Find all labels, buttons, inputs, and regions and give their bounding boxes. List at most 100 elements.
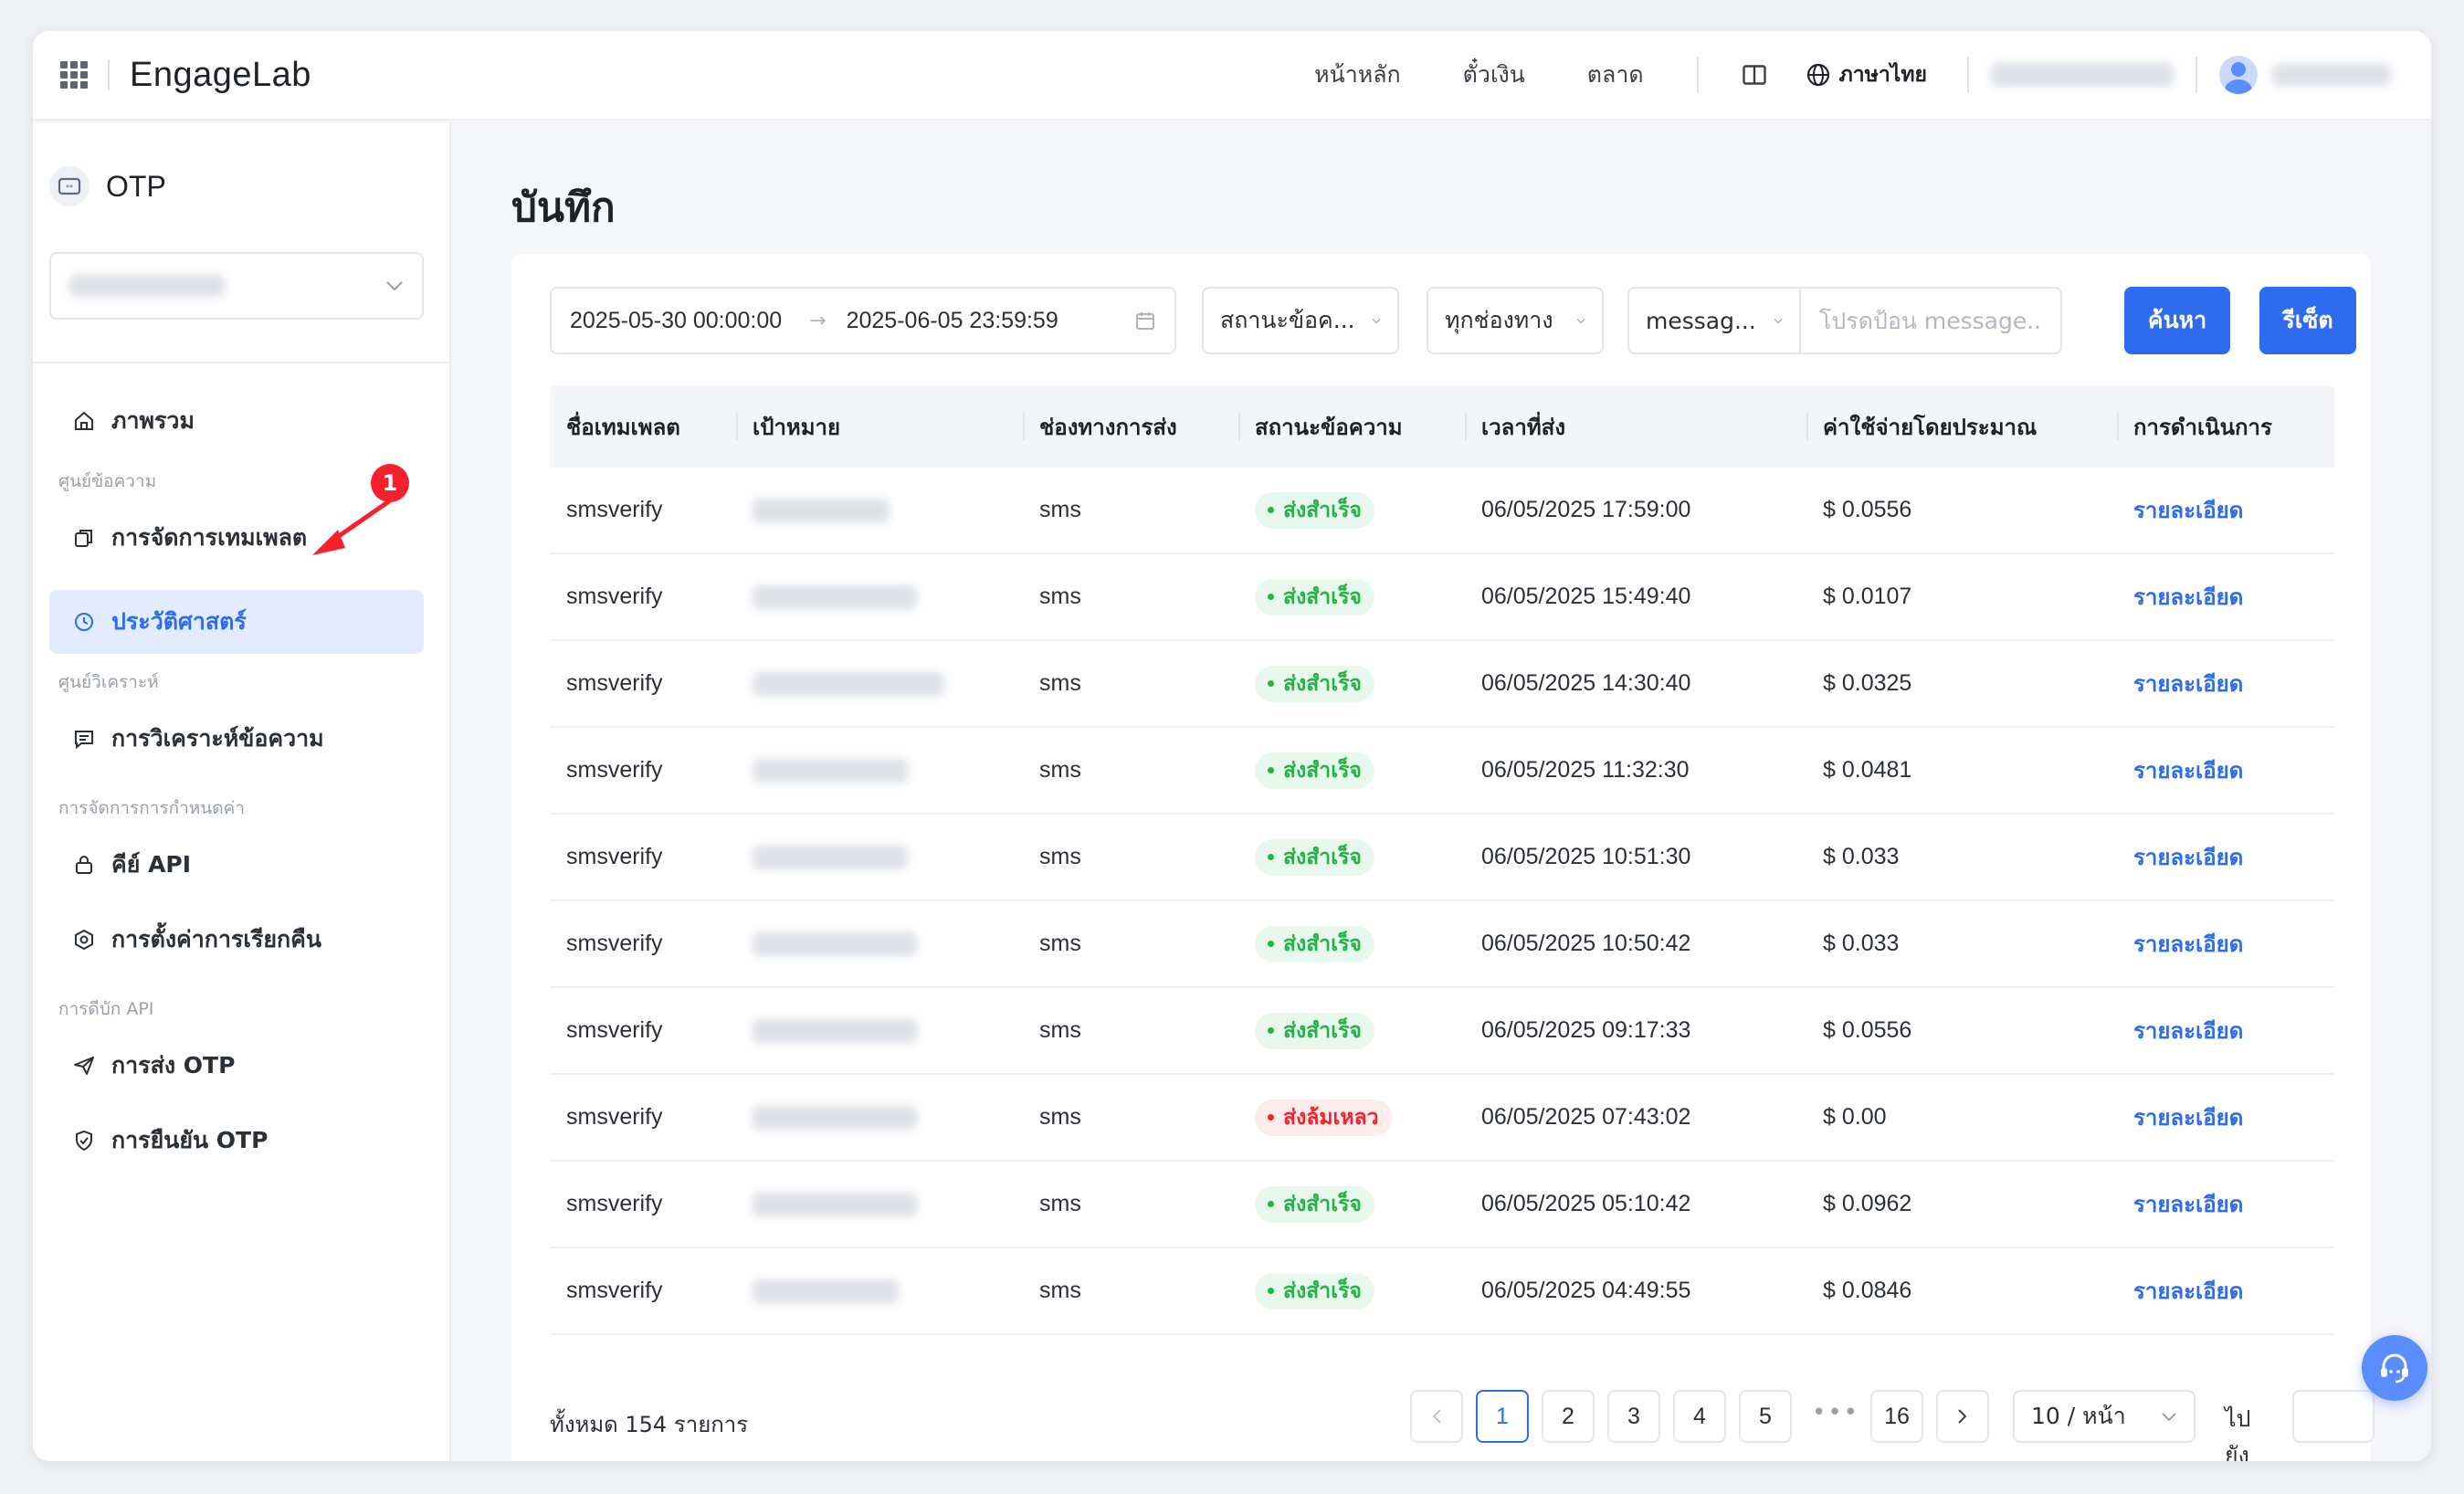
sidebar-item-message-analysis[interactable]: การวิเคราะห์ข้อความ (49, 707, 424, 771)
globe-icon (1806, 63, 1829, 87)
cell-action: รายละเอียด (2117, 926, 2334, 962)
page-4[interactable]: 4 (1673, 1390, 1726, 1443)
sidebar-item-send-otp[interactable]: การส่ง OTP (49, 1034, 424, 1098)
app-select[interactable] (49, 252, 424, 320)
cell-channel: sms (1039, 584, 1081, 609)
status-badge: ส่งสำเร็จ (1255, 1185, 1374, 1223)
cell-send-time: 06/05/2025 07:43:02 (1481, 1104, 1691, 1130)
page-5[interactable]: 5 (1739, 1390, 1792, 1443)
details-link[interactable]: รายละเอียด (2133, 1105, 2243, 1131)
cell-send-time: 06/05/2025 15:49:40 (1481, 584, 1691, 609)
product-header: ** OTP (49, 166, 449, 206)
menu-group-api-debug: การดีบัก API (58, 999, 154, 1019)
nav-market[interactable]: ตลาด (1556, 57, 1675, 93)
target-redacted (753, 498, 890, 522)
cell-target (736, 1192, 1023, 1216)
target-redacted (753, 584, 917, 609)
status-dot (1268, 767, 1274, 773)
message-search-input[interactable] (1819, 307, 2042, 334)
records-card: 2025-05-30 00:00:00 → 2025-06-05 23:59:5… (511, 254, 2374, 1461)
sidebar-item-callback-settings[interactable]: การตั้งค่าการเรียกคืน (49, 908, 424, 972)
sidebar-item-api-key[interactable]: คีย์ API (49, 833, 424, 897)
status-badge: ส่งสำเร็จ (1255, 1272, 1374, 1310)
pagination-ellipsis[interactable]: ••• (1812, 1399, 1859, 1426)
docs-book-icon[interactable] (1741, 63, 1768, 87)
language-switcher[interactable]: ภาษาไทย (1806, 58, 1927, 91)
status-badge: ส่งล้มเหลว (1255, 1099, 1392, 1136)
goto-page-input[interactable] (2292, 1390, 2374, 1443)
details-link[interactable]: รายละเอียด (2133, 758, 2243, 784)
page-size-select[interactable]: 10 / หน้า (2013, 1390, 2195, 1443)
search-button[interactable]: ค้นหา (2124, 287, 2230, 354)
col-send-time: เวลาที่ส่ง (1465, 385, 1806, 468)
table-header: ชื่อเทมเพลต เป้าหมาย ช่องทางการส่ง สถานะ… (550, 385, 2334, 468)
cell-status: ส่งสำเร็จ (1238, 578, 1465, 615)
cell-send-time: 06/05/2025 10:50:42 (1481, 931, 1691, 956)
page-1[interactable]: 1 (1476, 1390, 1529, 1443)
page-16[interactable]: 16 (1870, 1390, 1923, 1443)
search-field-select[interactable]: messag... (1627, 287, 1801, 354)
send-icon (73, 1055, 95, 1077)
svg-text:**: ** (66, 184, 73, 192)
cell-template: smsverify (566, 931, 663, 956)
details-link[interactable]: รายละเอียด (2133, 498, 2243, 523)
cell-template: smsverify (566, 1017, 663, 1043)
page-2[interactable]: 2 (1542, 1390, 1595, 1443)
table-row: smsverify sms ส่งสำเร็จ 06/05/2025 11:32:30… (550, 728, 2334, 815)
message-search-box (1801, 287, 2062, 354)
cell-status: ส่งสำเร็จ (1238, 925, 1465, 963)
nav-home[interactable]: หน้าหลัก (1283, 57, 1432, 93)
reset-button[interactable]: รีเซ็ต (2259, 287, 2356, 354)
table-row: smsverify sms ส่งสำเร็จ 06/05/2025 15:49:40… (550, 554, 2334, 641)
sidebar-item-label: การวิเคราะห์ข้อความ (111, 725, 324, 752)
cell-target (736, 1018, 1023, 1043)
top-nav: หน้าหลัก ตั๋วเงิน ตลาด ภาษาไทย (1283, 31, 2431, 119)
details-link[interactable]: รายละเอียด (2133, 845, 2243, 870)
details-link[interactable]: รายละเอียด (2133, 1018, 2243, 1044)
nav-billing[interactable]: ตั๋วเงิน (1432, 57, 1556, 93)
user-menu[interactable] (2219, 56, 2391, 94)
table-row: smsverify sms ส่งสำเร็จ 06/05/2025 10:51:30… (550, 815, 2334, 901)
apps-grid-icon[interactable] (60, 61, 88, 89)
cell-action: รายละเอียด (2117, 1273, 2334, 1309)
sidebar-item-verify-otp[interactable]: การยืนยัน OTP (49, 1109, 424, 1173)
details-link[interactable]: รายละเอียด (2133, 931, 2243, 957)
next-page-button[interactable] (1936, 1390, 1989, 1443)
col-channel: ช่องทางการส่ง (1023, 385, 1238, 468)
sidebar-item-overview[interactable]: ภาพรวม (49, 389, 424, 453)
cell-action: รายละเอียด (2117, 666, 2334, 701)
sidebar-divider (33, 362, 449, 363)
details-link[interactable]: รายละเอียด (2133, 1278, 2243, 1304)
target-redacted (753, 758, 908, 783)
status-select[interactable]: สถานะข้อค... (1202, 287, 1399, 354)
support-chat-button[interactable] (2362, 1335, 2427, 1401)
status-text: ส่งสำเร็จ (1283, 1278, 1362, 1303)
avatar (2219, 56, 2258, 94)
details-link[interactable]: รายละเอียด (2133, 584, 2243, 610)
date-range-picker[interactable]: 2025-05-30 00:00:00 → 2025-06-05 23:59:5… (550, 287, 1176, 354)
top-header: EngageLab หน้าหลัก ตั๋วเงิน ตลาด ภาษาไทย (33, 31, 2431, 121)
table-row: smsverify sms ส่งสำเร็จ 06/05/2025 10:50:42… (550, 901, 2334, 988)
details-link[interactable]: รายละเอียด (2133, 671, 2243, 697)
status-badge: ส่งสำเร็จ (1255, 1012, 1374, 1049)
app-window: EngageLab หน้าหลัก ตั๋วเงิน ตลาด ภาษาไทย (33, 31, 2431, 1461)
chevron-down-icon (1576, 318, 1585, 323)
prev-page-button[interactable] (1410, 1390, 1463, 1443)
app-name-redacted (69, 275, 225, 297)
sidebar-item-history[interactable]: ประวัติศาสตร์ (49, 590, 424, 654)
details-link[interactable]: รายละเอียด (2133, 1192, 2243, 1217)
page-3[interactable]: 3 (1607, 1390, 1660, 1443)
calendar-icon (1136, 312, 1154, 330)
cell-send-time: 06/05/2025 17:59:00 (1481, 497, 1691, 522)
status-text: ส่งล้มเหลว (1283, 1105, 1379, 1130)
engagelab-logo[interactable]: EngageLab (130, 56, 311, 95)
status-text: ส่งสำเร็จ (1283, 931, 1362, 956)
cell-target (736, 498, 1023, 522)
cell-cost: $ 0.0481 (1823, 757, 1912, 783)
status-dot (1268, 1288, 1274, 1294)
language-label: ภาษาไทย (1838, 63, 1927, 87)
status-text: ส่งสำเร็จ (1283, 498, 1362, 522)
channel-select[interactable]: ทุกช่องทาง (1427, 287, 1604, 354)
cell-target (736, 671, 1023, 696)
message-icon (73, 728, 95, 750)
